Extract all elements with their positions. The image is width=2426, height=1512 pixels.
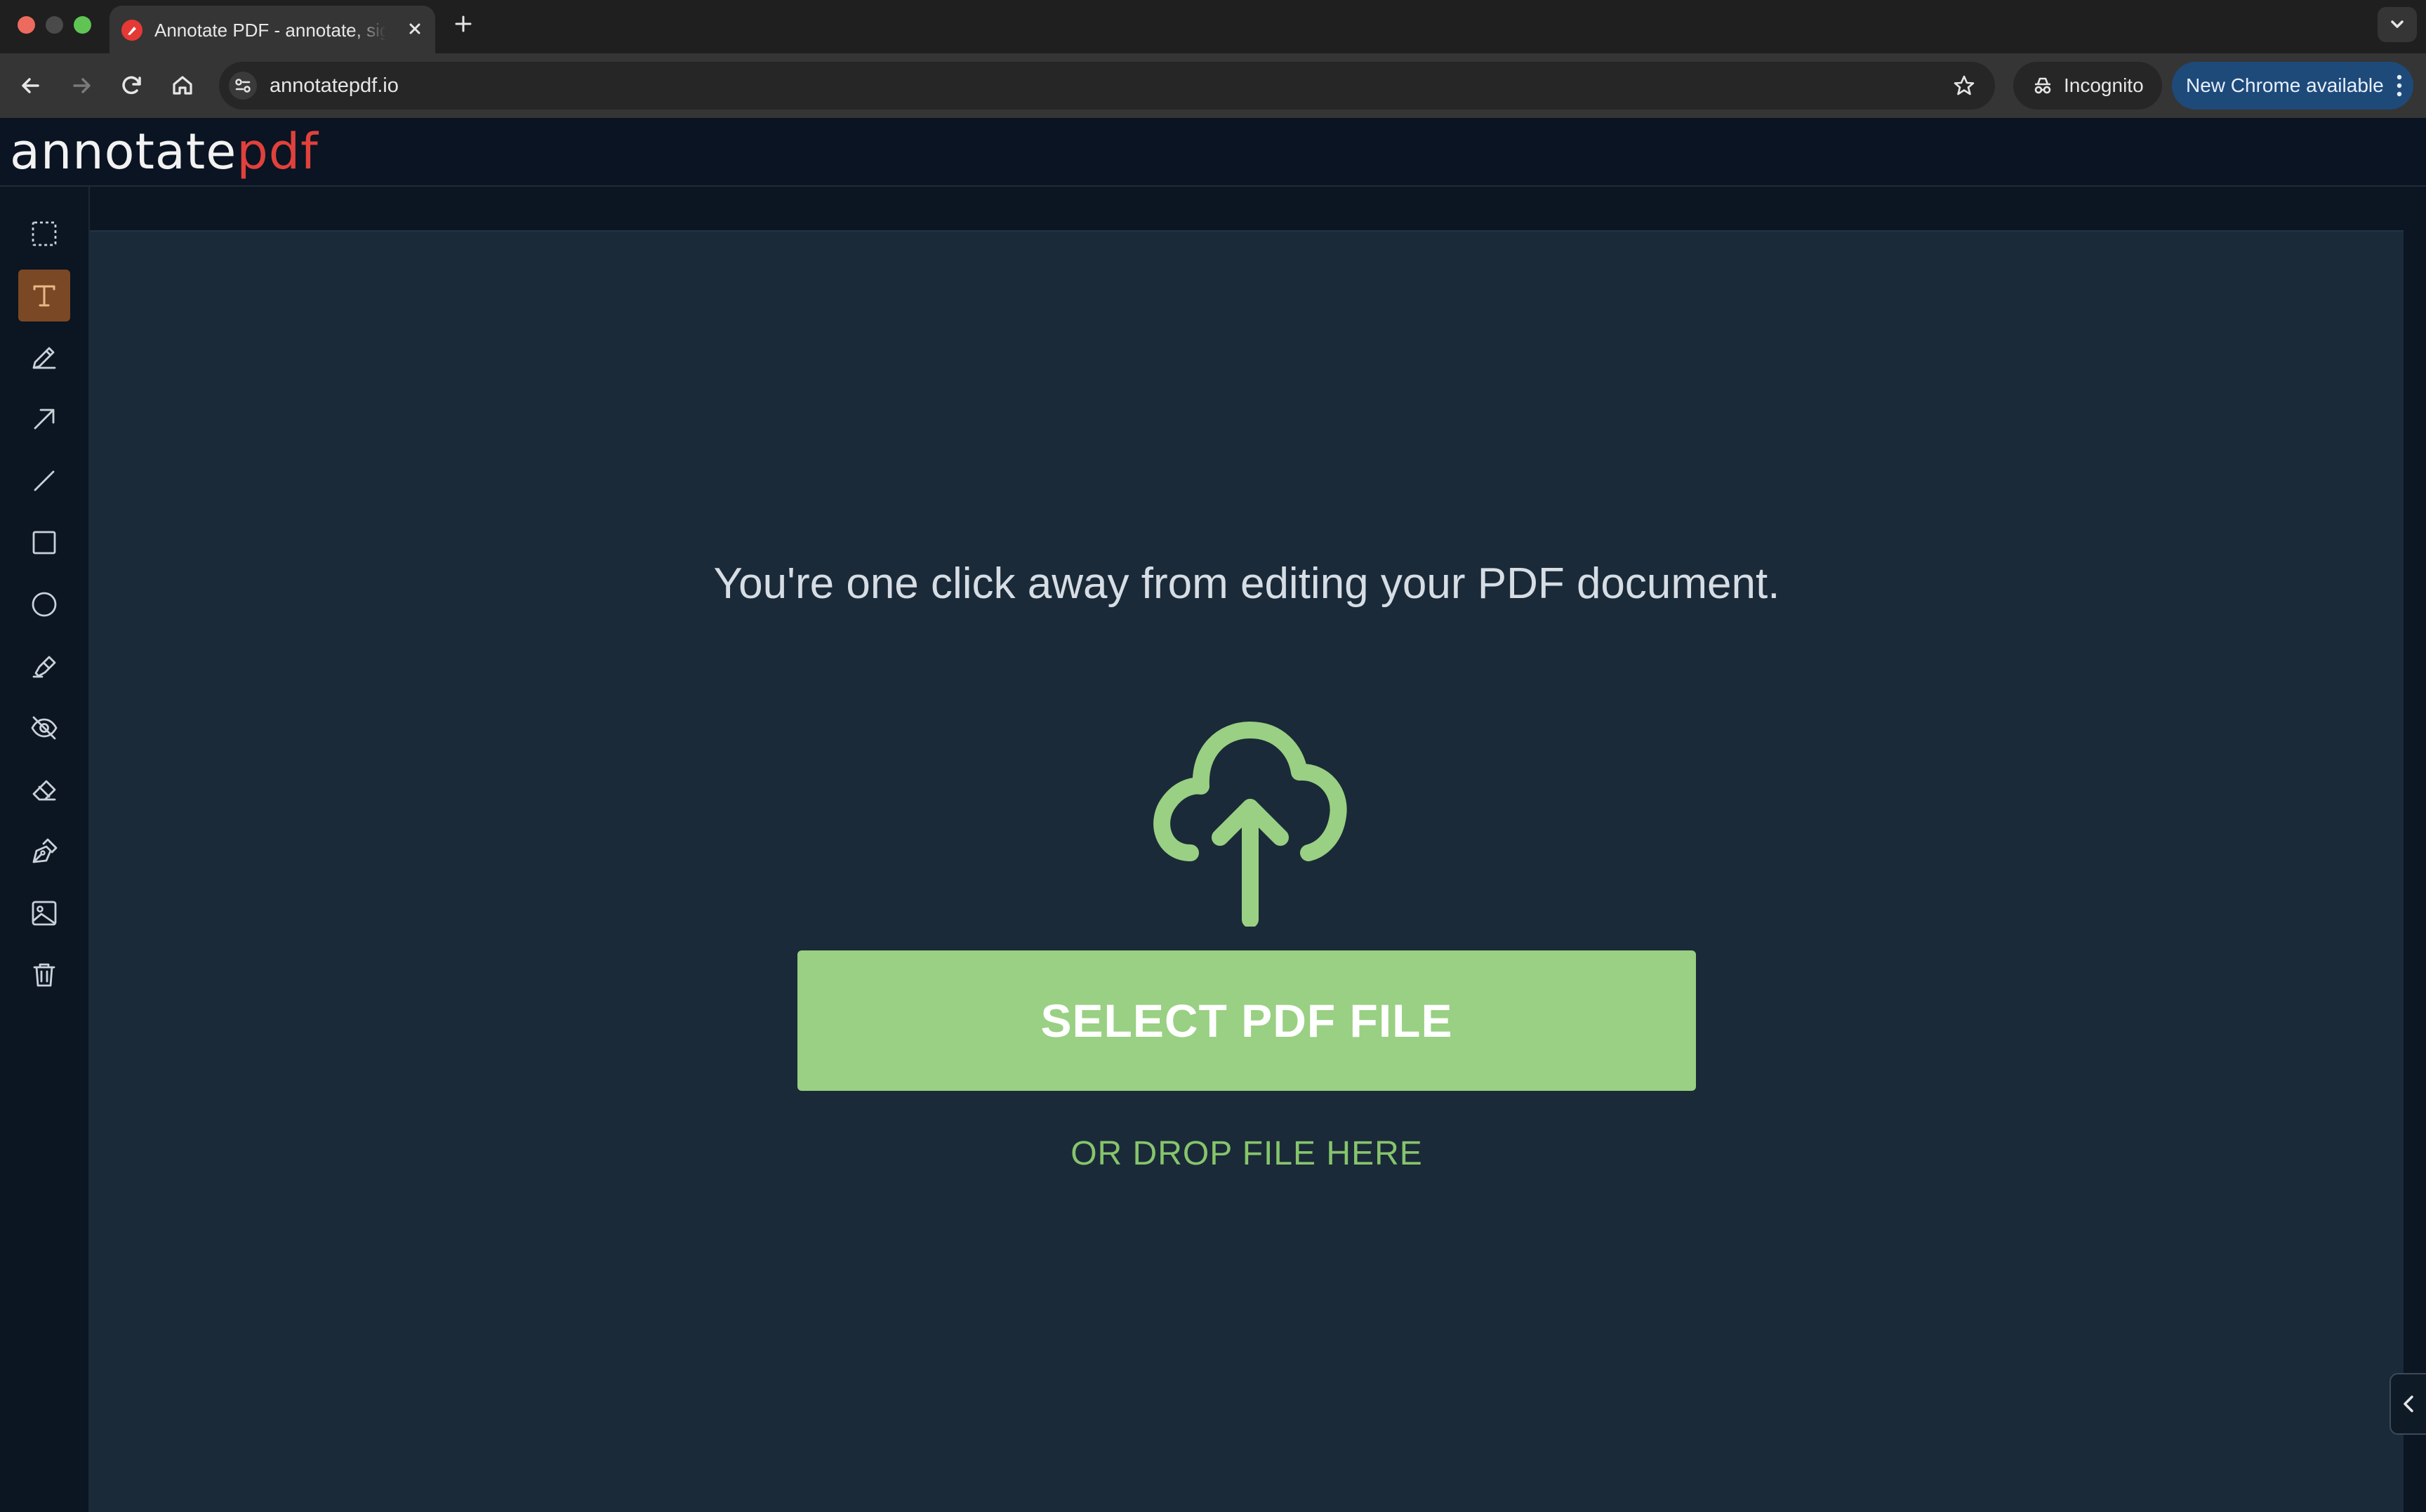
upload-headline: You're one click away from editing your …: [713, 559, 1780, 608]
browser-toolbar: annotatepdf.io Incognito New Chrome avai…: [0, 53, 2426, 118]
text-tool-button[interactable]: [18, 270, 70, 321]
circle-tool-button[interactable]: [18, 578, 70, 630]
reload-icon[interactable]: [115, 69, 149, 102]
address-bar[interactable]: annotatepdf.io: [219, 62, 1995, 110]
select-tool-button[interactable]: [18, 208, 70, 260]
incognito-icon: [2034, 77, 2051, 94]
site-info-icon[interactable]: [229, 72, 257, 100]
pen-nib-icon: [32, 838, 58, 863]
image-tool-button[interactable]: [18, 887, 70, 939]
image-icon: [32, 901, 57, 926]
update-chrome-button[interactable]: New Chrome available: [2172, 62, 2413, 110]
chevron-left-icon: [2404, 1395, 2413, 1412]
redact-tool-button[interactable]: [18, 702, 70, 754]
chevron-down-icon: [2391, 20, 2404, 28]
eraser-tool-button[interactable]: [18, 764, 70, 816]
cloud-upload-icon[interactable]: [1148, 709, 1352, 927]
pencil-tool-button[interactable]: [18, 331, 70, 383]
incognito-indicator[interactable]: Incognito: [2013, 62, 2162, 110]
logo-text-annotate: annotate: [10, 123, 237, 180]
incognito-label: Incognito: [2064, 74, 2144, 96]
browser-tab[interactable]: Annotate PDF - annotate, sign: [110, 6, 435, 53]
new-tab-icon[interactable]: [449, 10, 477, 38]
select-pdf-file-button[interactable]: SELECT PDF FILE: [797, 950, 1696, 1091]
rectangle-tool-button[interactable]: [18, 517, 70, 569]
window-close-button[interactable]: [18, 16, 35, 34]
drop-file-hint: OR DROP FILE HERE: [1071, 1135, 1423, 1172]
more-menu-icon[interactable]: [2395, 73, 2404, 98]
text-icon: [33, 285, 55, 307]
trash-icon: [33, 963, 55, 987]
app-header: annotatepdf: [0, 118, 2426, 187]
browser-tab-strip: Annotate PDF - annotate, sign: [0, 0, 2426, 53]
circle-icon: [32, 592, 57, 617]
dashed-rectangle-icon: [32, 221, 57, 246]
logo-text-pdf: pdf: [237, 123, 319, 180]
forward-icon[interactable]: [65, 69, 98, 102]
update-chrome-label: New Chrome available: [2186, 74, 2384, 96]
window-maximize-button[interactable]: [74, 16, 91, 34]
annotation-toolbar: [0, 187, 90, 1512]
right-panel-strip: [2404, 187, 2426, 1512]
url-text[interactable]: annotatepdf.io: [270, 74, 399, 97]
square-icon: [32, 531, 56, 555]
tab-close-icon[interactable]: [404, 18, 425, 39]
line-icon: [34, 470, 55, 491]
highlighter-icon: [32, 656, 56, 678]
arrow-tool-button[interactable]: [18, 393, 70, 445]
delete-tool-button[interactable]: [18, 949, 70, 1001]
tab-title: Annotate PDF - annotate, sign: [154, 20, 386, 41]
highlighter-tool-button[interactable]: [18, 640, 70, 692]
home-icon[interactable]: [166, 69, 199, 102]
signature-tool-button[interactable]: [18, 825, 70, 877]
panel-toggle-button[interactable]: [2389, 1373, 2426, 1435]
favicon-icon: [121, 20, 142, 41]
line-tool-button[interactable]: [18, 455, 70, 507]
arrow-icon: [34, 409, 55, 430]
window-minimize-button[interactable]: [46, 16, 63, 34]
main-workspace: You're one click away from editing your …: [90, 187, 2404, 1512]
app-logo[interactable]: annotatepdf: [10, 124, 319, 180]
eye-off-icon: [31, 716, 58, 740]
document-toolbar: [90, 187, 2404, 232]
bookmark-star-icon[interactable]: [1950, 72, 1978, 100]
tab-search-button[interactable]: [2378, 7, 2417, 42]
back-icon[interactable]: [14, 69, 48, 102]
pencil-icon: [32, 347, 56, 369]
eraser-icon: [32, 780, 56, 801]
